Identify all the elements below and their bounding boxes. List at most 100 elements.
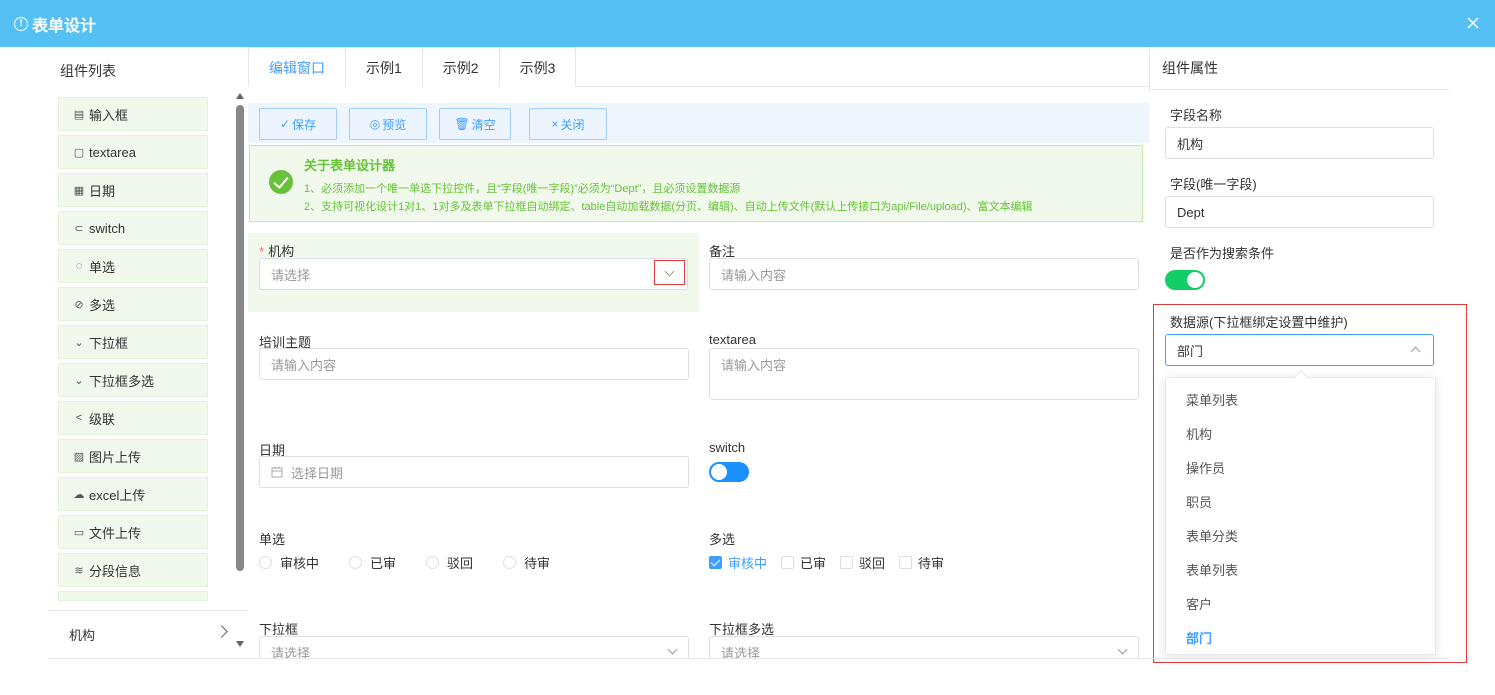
search-condition-label: 是否作为搜索条件	[1170, 246, 1275, 261]
component-item-label: 单选	[89, 259, 116, 275]
select-input[interactable]: 请选择	[259, 636, 689, 658]
component-item[interactable]: ⌄ 下拉框	[58, 325, 208, 359]
field-key-input[interactable]: Dept	[1165, 196, 1434, 228]
chevron-down-icon	[667, 644, 678, 655]
component-item-label: 图片上传	[89, 449, 142, 465]
switch-toggle[interactable]	[709, 462, 749, 482]
tab-edit-window[interactable]: 编辑窗口	[248, 47, 346, 87]
tab-example-3[interactable]: 示例3	[498, 47, 577, 87]
component-item[interactable]: ▦ 日期	[58, 173, 208, 207]
datasource-dropdown: 菜单列表 机构 操作员 职员 表单分类 表单列表 客户 部门	[1165, 369, 1436, 655]
info-icon: !	[14, 16, 28, 31]
search-condition-switch[interactable]	[1165, 270, 1205, 290]
org-footer-item[interactable]: 机构	[48, 610, 248, 658]
document-icon: ▤	[73, 108, 85, 121]
switch-knob	[711, 464, 727, 480]
component-item[interactable]: ⊘ 多选	[58, 287, 208, 321]
share-icon: <	[75, 412, 83, 424]
radio-label: 单选	[259, 532, 286, 547]
radio-option[interactable]: 审核中	[259, 553, 319, 572]
component-list-scrollbar[interactable]	[235, 93, 245, 647]
image-icon: ▨	[73, 450, 85, 463]
dropdown-option[interactable]: 机构	[1166, 416, 1435, 450]
close-icon[interactable]	[1465, 15, 1481, 31]
scroll-thumb[interactable]	[236, 105, 244, 571]
dropdown-option[interactable]: 职员	[1166, 484, 1435, 518]
checkbox-option[interactable]: 审核中	[709, 553, 767, 572]
field-key-label: 字段(唯一字段)	[1170, 177, 1257, 192]
component-item[interactable]: ◌ 单选	[58, 249, 208, 283]
component-item[interactable]: ≋ 分段信息	[58, 553, 208, 587]
dropdown-option[interactable]: 客户	[1166, 586, 1435, 620]
radio-option[interactable]: 已审	[349, 553, 396, 572]
component-item-label: excel上传	[89, 487, 146, 503]
success-check-icon	[269, 170, 293, 194]
notice-line-1: 1、必须添加一个唯一单选下拉控件，且“字段(唯一字段)”必须为“Dept”，且必…	[304, 183, 741, 195]
component-item-partial[interactable]	[58, 591, 208, 601]
component-item-label: 分段信息	[89, 563, 142, 579]
component-item[interactable]: ▢ textarea	[58, 135, 208, 169]
component-item[interactable]: ▨ 图片上传	[58, 439, 208, 473]
topic-input[interactable]: 请输入内容	[259, 348, 689, 380]
clear-button[interactable]: 🗑 清空	[439, 108, 511, 140]
dropdown-option-selected[interactable]: 部门	[1166, 620, 1435, 654]
checkbox-option[interactable]: 待审	[899, 553, 944, 572]
multiselect-input[interactable]: 请选择	[709, 636, 1139, 658]
component-list-panel: 组件列表 ▤ 输入框 ▢ textarea ▦ 日期 ⊂ switch ◌ 单选 ⊘ 多选 ⌄ 下拉框 ⌄ 下…	[48, 47, 248, 658]
save-button[interactable]: ✓ 保存	[259, 108, 337, 140]
radio-icon: ◌	[75, 260, 83, 272]
component-item-label: 下拉框	[89, 335, 129, 351]
scroll-up-icon[interactable]	[236, 93, 244, 99]
field-name-input[interactable]: 机构	[1165, 127, 1434, 159]
required-mark: *	[259, 244, 265, 259]
component-item-label: textarea	[89, 144, 136, 160]
switch-label: switch	[709, 440, 746, 455]
folder-icon: ▭	[73, 526, 85, 539]
date-picker[interactable]: 选择日期	[259, 456, 689, 488]
remark-input[interactable]: 请输入内容	[709, 258, 1139, 290]
org-select[interactable]: 请选择	[259, 258, 688, 290]
checkbox-group: 审核中 已审 驳回 待审	[709, 553, 958, 572]
textarea-icon: ▢	[73, 146, 85, 159]
bottom-divider	[48, 658, 1449, 659]
component-item[interactable]: ▤ 输入框	[58, 97, 208, 131]
chevron-right-icon	[215, 625, 228, 638]
designer-notice: 关于表单设计器 1、必须添加一个唯一单选下拉控件，且“字段(唯一字段)”必须为“…	[249, 145, 1143, 222]
preview-button[interactable]: ◎ 预览	[349, 108, 427, 140]
cloud-upload-icon: ☁	[73, 488, 85, 501]
component-item[interactable]: ⌄ 下拉框多选	[58, 363, 208, 397]
textarea-input[interactable]: 请输入内容	[709, 348, 1139, 400]
component-item-label: 多选	[89, 297, 116, 313]
component-item-label: 输入框	[89, 107, 129, 123]
check-circle-icon: ⊘	[74, 298, 84, 311]
dropdown-option[interactable]: 菜单列表	[1166, 382, 1435, 416]
dropdown-option[interactable]: 表单列表	[1166, 552, 1435, 586]
checkbox-option[interactable]: 已审	[781, 553, 826, 572]
switch-knob	[1187, 272, 1203, 288]
notice-line-2: 2、支持可视化设计1对1、1对多及表单下拉框自动绑定、table自动加载数据(分…	[304, 201, 1033, 213]
org-footer-label: 机构	[69, 628, 96, 643]
component-item[interactable]: ⊂ switch	[58, 211, 208, 245]
radio-option[interactable]: 驳回	[426, 553, 473, 572]
component-item[interactable]: ☁ excel上传	[58, 477, 208, 511]
component-item-label: 日期	[89, 183, 116, 199]
check-icon: ✓	[279, 117, 291, 131]
component-item-label: switch	[89, 220, 126, 236]
close-button[interactable]: × 关闭	[529, 108, 607, 140]
checkbox-option[interactable]: 驳回	[840, 553, 885, 572]
radio-option[interactable]: 待审	[503, 553, 550, 572]
trash-icon: 🗑	[454, 117, 470, 131]
dropdown-option[interactable]: 操作员	[1166, 450, 1435, 484]
editor-area: 编辑窗口 示例1 示例2 示例3 ✓ 保存 ◎ 预览 🗑 清空 × 关闭 关于表单设计器…	[248, 47, 1149, 658]
editor-toolbar: ✓ 保存 ◎ 预览 🗑 清空 × 关闭	[248, 103, 1149, 143]
component-item[interactable]: < 级联	[58, 401, 208, 435]
component-item[interactable]: ▭ 文件上传	[58, 515, 208, 549]
chevron-down-icon	[1117, 644, 1128, 655]
dropdown-option[interactable]: 表单分类	[1166, 518, 1435, 552]
tab-example-2[interactable]: 示例2	[421, 47, 500, 87]
notice-title: 关于表单设计器	[304, 158, 396, 173]
chevron-down-icon: ⌄	[74, 374, 84, 387]
component-list[interactable]: ▤ 输入框 ▢ textarea ▦ 日期 ⊂ switch ◌ 单选 ⊘ 多选 ⌄ 下拉框 ⌄ 下拉框多选 <…	[58, 97, 208, 647]
calendar-icon	[271, 467, 283, 478]
tab-example-1[interactable]: 示例1	[345, 47, 423, 87]
